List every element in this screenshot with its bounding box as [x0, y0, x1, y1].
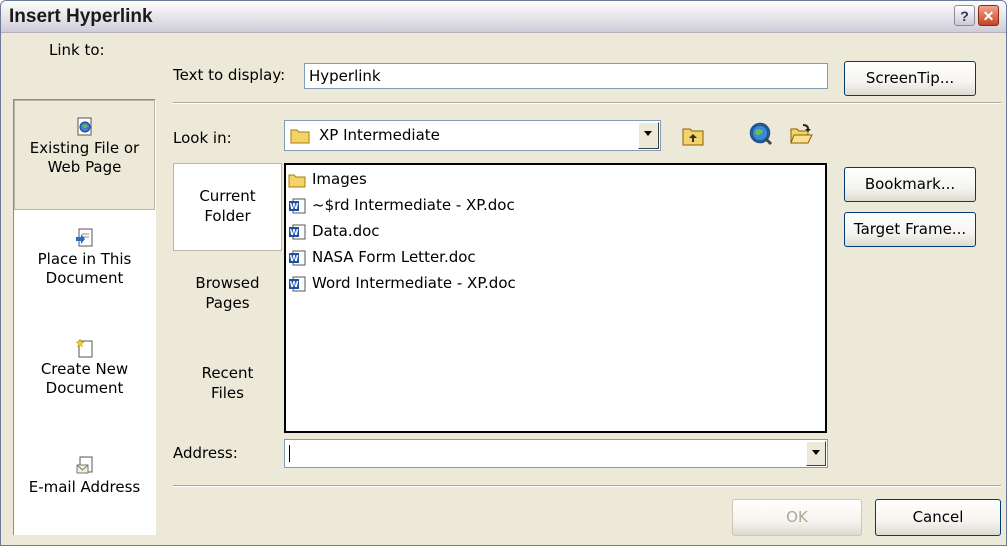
file-name: ~$rd Intermediate - XP.doc: [312, 196, 515, 214]
insert-hyperlink-dialog: Insert Hyperlink ? ✕ Link to: Existing F…: [0, 0, 1007, 546]
link-to-places-bar: Existing File or Web Page Place in This …: [13, 99, 156, 535]
file-name: NASA Form Letter.doc: [312, 248, 476, 266]
look-in-label: Look in:: [173, 129, 232, 147]
folder-icon: [288, 174, 306, 187]
list-item[interactable]: Images: [288, 169, 367, 189]
recent-files-tab[interactable]: Recent Files: [173, 343, 282, 451]
browse-file-icon[interactable]: [789, 122, 813, 146]
top-separator: [173, 102, 1001, 104]
place-create-new-document[interactable]: Create New Document: [14, 332, 155, 448]
text-to-display-input[interactable]: [304, 63, 828, 89]
place-existing-file[interactable]: Existing File or Web Page: [14, 100, 155, 210]
nav-label-line1: Current: [199, 187, 256, 205]
list-item[interactable]: W NASA Form Letter.doc: [288, 247, 476, 267]
text-caret: [289, 445, 290, 462]
dialog-title: Insert Hyperlink: [9, 6, 153, 27]
close-icon: ✕: [982, 8, 995, 24]
file-list[interactable]: Images W ~$rd Intermediate - XP.doc W Data…: [284, 163, 827, 433]
place-label-line1: Create New: [40, 360, 129, 378]
target-frame-button[interactable]: Target Frame...: [844, 212, 976, 247]
nav-label-line1: Recent: [201, 364, 254, 382]
browse-web-icon[interactable]: [749, 122, 773, 146]
word-document-icon: W: [289, 250, 306, 265]
address-dropdown-arrow[interactable]: [806, 441, 826, 466]
help-icon: ?: [960, 8, 969, 24]
word-document-icon: W: [289, 224, 306, 239]
close-button[interactable]: ✕: [978, 5, 999, 26]
email-address-icon: [76, 456, 92, 474]
address-combobox[interactable]: [284, 439, 828, 468]
current-folder-tab[interactable]: Current Folder: [173, 163, 282, 251]
nav-label-line2: Files: [211, 384, 244, 402]
folder-icon: [290, 129, 310, 144]
svg-text:W: W: [290, 202, 299, 211]
look-in-value: XP Intermediate: [319, 126, 440, 144]
browse-nav: Current Folder Browsed Pages Recent File…: [173, 163, 283, 433]
place-label-line1: Existing File or: [29, 139, 140, 157]
place-label-line2: Document: [45, 269, 124, 287]
place-in-this-document[interactable]: Place in This Document: [14, 222, 155, 338]
bottom-separator: [173, 485, 1001, 487]
svg-text:W: W: [290, 280, 299, 289]
list-item[interactable]: W Data.doc: [288, 221, 380, 241]
file-name: Images: [312, 170, 367, 188]
place-label-line2: Document: [45, 379, 124, 397]
nav-label-line2: Pages: [205, 294, 250, 312]
title-bar[interactable]: Insert Hyperlink ? ✕: [1, 1, 1006, 33]
place-label-line1: Place in This: [37, 250, 132, 268]
list-item[interactable]: W ~$rd Intermediate - XP.doc: [288, 195, 515, 215]
file-name: Word Intermediate - XP.doc: [312, 274, 516, 292]
list-item[interactable]: W Word Intermediate - XP.doc: [288, 273, 516, 293]
screentip-button[interactable]: ScreenTip...: [844, 61, 976, 96]
nav-label-line1: Browsed: [195, 274, 260, 292]
up-one-folder-icon[interactable]: [681, 124, 705, 148]
address-label: Address:: [173, 444, 238, 462]
help-button[interactable]: ?: [954, 5, 975, 26]
nav-label-line2: Folder: [204, 207, 251, 225]
svg-text:W: W: [290, 254, 299, 263]
ok-button[interactable]: OK: [732, 499, 862, 536]
place-email-address[interactable]: E-mail Address: [14, 452, 155, 536]
cancel-button[interactable]: Cancel: [875, 499, 1001, 536]
text-to-display-label: Text to display:: [173, 66, 286, 84]
bookmark-button[interactable]: Bookmark...: [844, 167, 976, 202]
place-in-document-icon: [75, 228, 92, 247]
file-name: Data.doc: [312, 222, 380, 240]
look-in-dropdown[interactable]: XP Intermediate: [284, 120, 661, 151]
word-document-icon: W: [289, 276, 306, 291]
existing-file-icon: [77, 117, 91, 136]
look-in-dropdown-arrow[interactable]: [638, 122, 659, 149]
place-label-line1: E-mail Address: [28, 478, 141, 496]
svg-text:W: W: [290, 228, 299, 237]
new-document-icon: [74, 338, 92, 358]
link-to-label: Link to:: [49, 41, 105, 59]
place-label-line2: Web Page: [47, 158, 122, 176]
word-document-icon: W: [289, 198, 306, 213]
